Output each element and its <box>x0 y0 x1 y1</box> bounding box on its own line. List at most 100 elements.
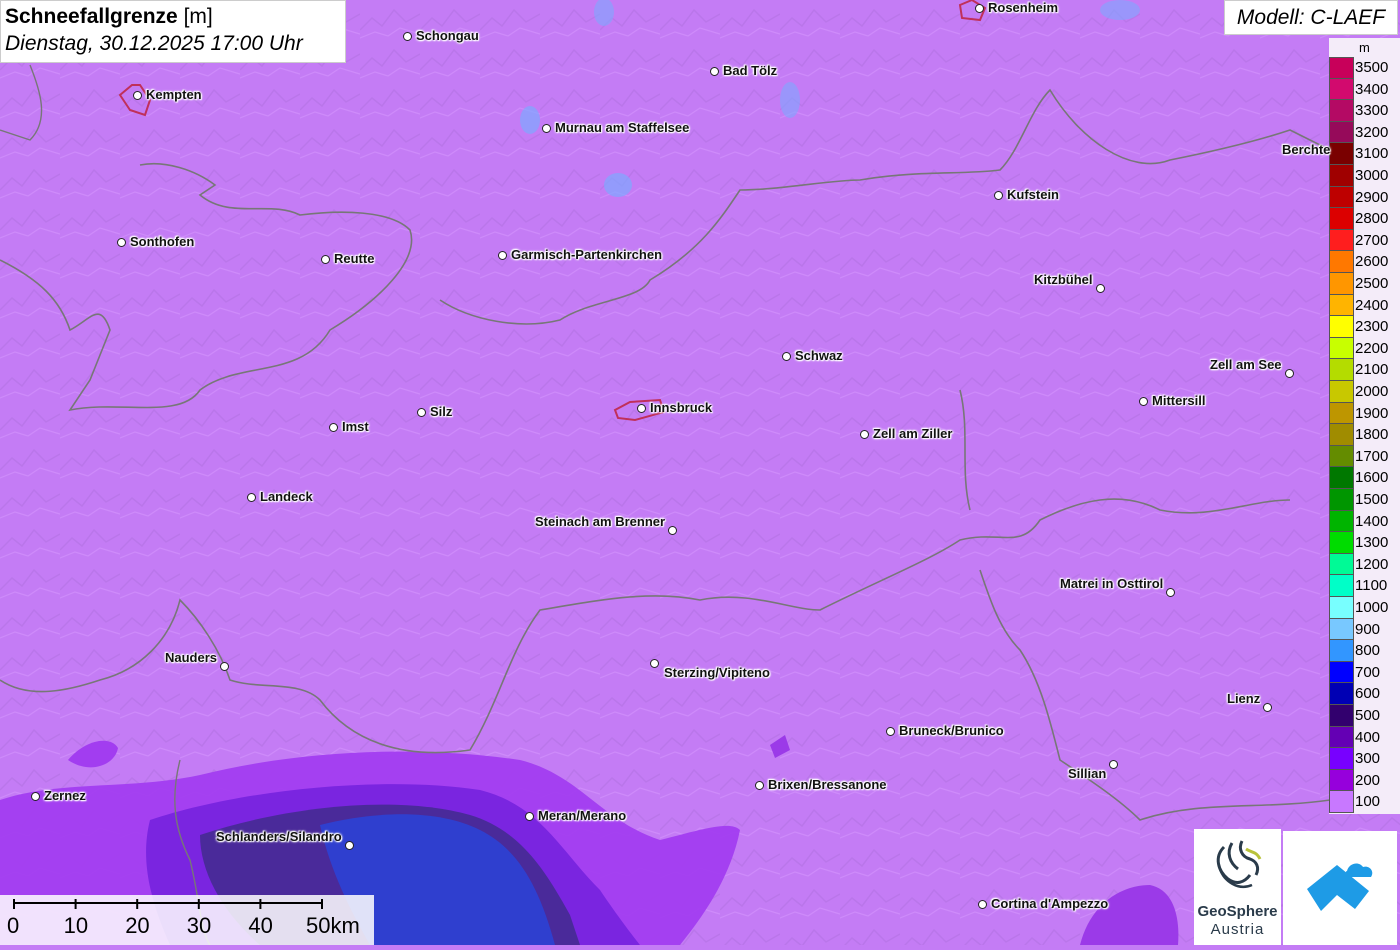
city-label: Meran/Merano <box>538 808 627 823</box>
legend-entry: 100 <box>1329 791 1400 813</box>
city-dot-icon <box>1139 397 1148 406</box>
legend-swatch <box>1329 273 1354 295</box>
weather-app-icon <box>1307 863 1373 911</box>
legend-entry: 300 <box>1329 748 1400 770</box>
legend-swatch <box>1329 57 1354 79</box>
title-text: Schneefallgrenze <box>5 5 178 28</box>
color-legend: m 3500 3400 3300 3200 3100 3000 2900 2800 2700 26… <box>1329 38 1400 814</box>
city-label: Zernez <box>44 788 86 803</box>
legend-entry: 600 <box>1329 683 1400 705</box>
legend-entry: 900 <box>1329 618 1400 641</box>
legend-swatch <box>1329 640 1354 662</box>
legend-entry: 400 <box>1329 726 1400 749</box>
legend-swatch <box>1329 597 1354 619</box>
legend-entry: 2300 <box>1329 316 1400 338</box>
scale-tick-label: 50km <box>306 913 360 938</box>
lake-shape <box>780 82 800 118</box>
legend-label: 2800 <box>1355 210 1389 228</box>
weather-app-logo[interactable] <box>1283 831 1397 945</box>
legend-swatch <box>1329 683 1354 705</box>
legend-entry: 1400 <box>1329 510 1400 533</box>
legend-entry: 200 <box>1329 769 1400 792</box>
legend-label: 2400 <box>1355 296 1389 314</box>
legend-swatch <box>1329 618 1354 641</box>
legend-label: 400 <box>1355 728 1381 746</box>
city-dot-icon <box>498 251 507 260</box>
legend-entry: 2800 <box>1329 208 1400 230</box>
legend-entry: 3300 <box>1329 100 1400 122</box>
legend-label: 1800 <box>1355 426 1389 444</box>
legend-swatch <box>1329 165 1354 187</box>
legend-swatch <box>1329 769 1354 792</box>
city-dot-icon <box>117 238 126 247</box>
legend-label: 2100 <box>1355 361 1389 379</box>
legend-label: 2300 <box>1355 318 1389 336</box>
legend-swatch <box>1329 748 1354 770</box>
city-dot-icon <box>1263 703 1272 712</box>
city-label: Innsbruck <box>650 400 713 415</box>
legend-entry: 3000 <box>1329 165 1400 187</box>
city-label: Kitzbühel <box>1034 272 1093 287</box>
legend-unit: m <box>1359 40 1370 55</box>
legend-label: 3400 <box>1355 80 1389 98</box>
scale-tick-label: 40 <box>248 913 273 938</box>
lake-shape <box>520 106 540 134</box>
legend-entry: 1600 <box>1329 467 1400 489</box>
legend-entry: 700 <box>1329 661 1400 684</box>
city-label: Brixen/Bressanone <box>768 777 887 792</box>
legend-swatch <box>1329 121 1354 144</box>
city-label: Rosenheim <box>988 0 1059 15</box>
map-title-box: Schneefallgrenze [m] Dienstag, 30.12.202… <box>0 0 346 63</box>
city-dot-icon <box>710 67 719 76</box>
legend-entry: 2200 <box>1329 337 1400 360</box>
title-unit: [m] <box>183 5 213 28</box>
legend-label: 3000 <box>1355 167 1389 184</box>
legend-label: 700 <box>1355 663 1381 681</box>
legend-swatch <box>1329 337 1354 360</box>
geosphere-subtitle: Austria <box>1210 921 1265 938</box>
city-dot-icon <box>1096 284 1105 293</box>
legend-label: 1200 <box>1355 555 1389 573</box>
city-label: Schlanders/Silandro <box>216 829 342 844</box>
legend-label: 1700 <box>1355 447 1389 465</box>
city-label: Mittersill <box>1152 393 1206 408</box>
legend-swatch <box>1329 251 1354 273</box>
legend-entry: 2900 <box>1329 186 1400 209</box>
city-label: Nauders <box>165 650 218 665</box>
legend-label: 300 <box>1355 750 1381 768</box>
legend-label: 500 <box>1355 707 1381 724</box>
city-label: Schongau <box>416 28 479 43</box>
legend-swatch <box>1329 143 1354 165</box>
legend-swatch <box>1329 316 1354 338</box>
legend-label: 1600 <box>1355 469 1389 487</box>
city-label: Landeck <box>260 489 313 504</box>
legend-label: 3300 <box>1355 102 1389 120</box>
legend-label: 1000 <box>1355 599 1389 616</box>
geosphere-logo[interactable]: GeoSphere Austria <box>1194 829 1281 945</box>
legend-swatch <box>1329 229 1354 252</box>
legend-entry: 500 <box>1329 705 1400 727</box>
legend-label: 2500 <box>1355 275 1389 292</box>
city-label: Silz <box>430 404 453 419</box>
legend-entry: 800 <box>1329 640 1400 662</box>
legend-swatch <box>1329 294 1354 317</box>
legend-swatch <box>1329 381 1354 403</box>
legend-label: 3100 <box>1355 145 1389 163</box>
city-dot-icon <box>403 32 412 41</box>
legend-label: 1900 <box>1355 404 1389 422</box>
scale-bar: 0 10 20 30 40 50km <box>0 895 374 945</box>
city-dot-icon <box>247 493 256 502</box>
snowline-map[interactable] <box>0 0 1400 945</box>
legend-label: 100 <box>1355 793 1381 811</box>
legend-label: 2700 <box>1355 231 1389 249</box>
legend-swatch <box>1329 510 1354 533</box>
model-label: Modell: C-LAEF <box>1224 0 1398 35</box>
lake-shape <box>1100 0 1140 20</box>
legend-label: 1100 <box>1355 577 1388 595</box>
city-dot-icon <box>860 430 869 439</box>
city-dot-icon <box>782 352 791 361</box>
legend-swatch <box>1329 186 1354 209</box>
city-label: Zell am Ziller <box>873 426 953 441</box>
city-label: Imst <box>342 419 369 434</box>
legend-label: 3500 <box>1355 59 1389 76</box>
